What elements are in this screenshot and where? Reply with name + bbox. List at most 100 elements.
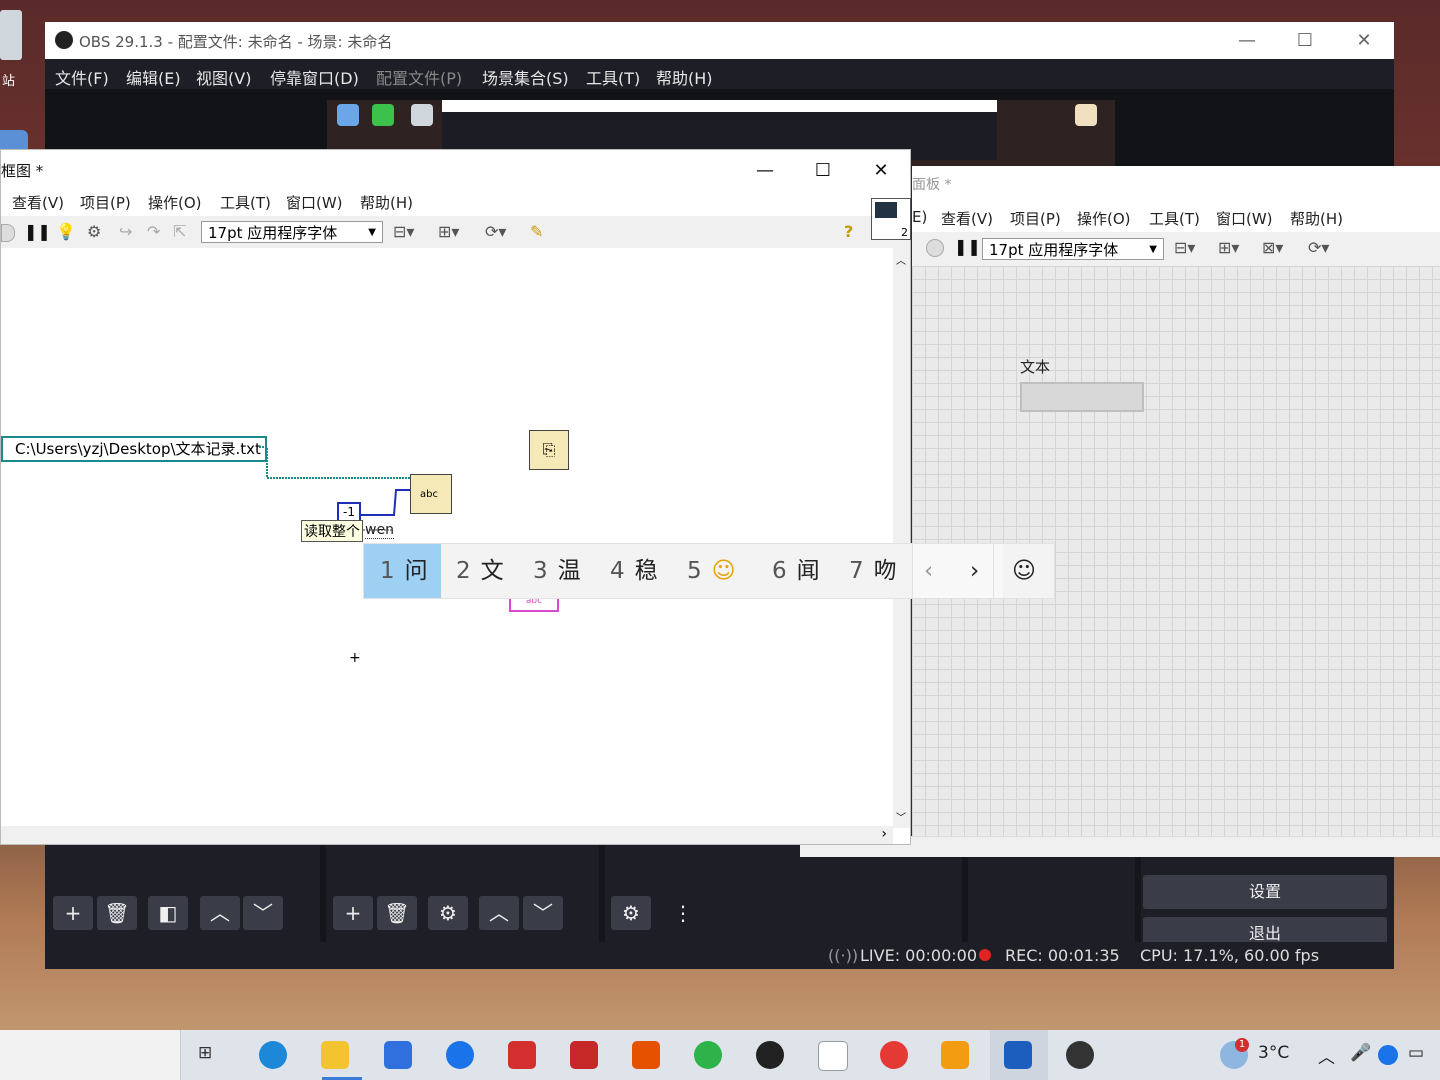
chrome-icon[interactable] (880, 1041, 908, 1069)
source-settings-button[interactable]: ⚙ (428, 896, 468, 930)
player-icon[interactable] (941, 1041, 969, 1069)
emoji-icon[interactable]: ☺ (993, 544, 1055, 598)
candidate-text: 温 (557, 558, 581, 584)
front-panel-title: 面板 * (912, 177, 952, 193)
close-icon[interactable]: ✕ (1335, 22, 1393, 59)
preview-computer-icon (337, 104, 359, 126)
add-scene-button[interactable]: + (53, 896, 93, 930)
fp-menu-window[interactable]: 窗口(W) (1216, 208, 1273, 229)
taskbar: ⊞ 1 3°C ︿ 🎤 ▭ (0, 1030, 1440, 1080)
close-file-node[interactable]: ⎘ (529, 430, 569, 470)
candidate-num: 1 (380, 558, 395, 584)
next-page-icon[interactable]: › (970, 544, 979, 598)
recycle-bin-icon[interactable] (0, 10, 22, 60)
bd-vertical-scrollbar[interactable]: ︿ ﹀ (893, 248, 910, 828)
obs-docks: + 🗑 ◧ ︿ ﹀ + 🗑 ⚙ ︿ ﹀ ⚙ ⋮ 设置 退出 (45, 842, 1394, 951)
wechat-icon[interactable] (694, 1041, 722, 1069)
ms-store-icon[interactable] (384, 1041, 412, 1069)
candidate-1[interactable]: 1问 (364, 544, 441, 598)
numeric-constant[interactable]: -1 (337, 502, 361, 522)
string-control[interactable] (1020, 382, 1144, 412)
candidate-num: 6 (772, 558, 787, 584)
audio-settings-button[interactable]: ⚙ (611, 896, 651, 930)
prev-page-icon[interactable]: ‹ (924, 544, 933, 598)
candidate-num: 4 (610, 558, 625, 584)
fp-menu-operate[interactable]: 操作(O) (1077, 208, 1131, 229)
candidate-2[interactable]: 2文 (456, 544, 504, 598)
align-icon[interactable]: ⊟▾ (1174, 238, 1195, 257)
preview-recycle-icon (411, 104, 433, 126)
cpu-status: CPU: 17.1%, 60.00 fps (1140, 946, 1320, 965)
scene-down-button[interactable]: ﹀ (243, 896, 283, 930)
qq-icon[interactable] (756, 1041, 784, 1069)
obs-title-bar[interactable]: OBS 29.1.3 - 配置文件: 未命名 - 场景: 未命名 — ☐ ✕ (45, 22, 1394, 59)
candidate-5[interactable]: 5 ☺ (687, 544, 736, 598)
candidate-num: 7 (849, 558, 864, 584)
wires (259, 446, 411, 531)
remove-source-button[interactable]: 🗑 (377, 896, 417, 930)
scene-up-button[interactable]: ︿ (200, 896, 240, 930)
reorder-icon[interactable]: ⟳▾ (1308, 238, 1329, 257)
obs-taskbar-icon[interactable] (1066, 1041, 1094, 1069)
candidate-3[interactable]: 3温 (533, 544, 581, 598)
edge-icon[interactable] (259, 1041, 287, 1069)
fp-menu-project[interactable]: 项目(P) (1010, 208, 1061, 229)
kugou-icon[interactable] (446, 1041, 474, 1069)
file-icon: abc (420, 489, 438, 500)
scroll-up-icon[interactable]: ︿ (896, 252, 906, 267)
remove-scene-button[interactable]: 🗑 (97, 896, 137, 930)
obs-menu-bar: 文件(F) 编辑(E) 视图(V) 停靠窗口(D) 配置文件(P) 场景集合(S… (45, 59, 1394, 89)
scroll-down-icon[interactable]: ﹀ (896, 809, 906, 824)
audio-menu-button[interactable]: ⋮ (663, 896, 703, 930)
matlab-icon[interactable] (632, 1041, 660, 1069)
live-status: LIVE: 00:00:00 (860, 946, 978, 965)
typora-icon[interactable] (818, 1041, 848, 1071)
autocad-icon[interactable] (508, 1041, 536, 1069)
candidate-text: 吻 (873, 558, 897, 584)
fp-menu-view[interactable]: 查看(V) (941, 208, 993, 229)
add-source-button[interactable]: + (333, 896, 373, 930)
taskbar-search-box[interactable] (0, 1030, 181, 1080)
menu-tools[interactable]: 工具(T) (586, 65, 640, 89)
distribute-icon[interactable]: ⊞▾ (1218, 238, 1239, 257)
menu-docks[interactable]: 停靠窗口(D) (270, 65, 359, 89)
solidworks-icon[interactable] (570, 1041, 598, 1069)
candidate-7[interactable]: 7吻 (849, 544, 897, 598)
tray-up-arrow-icon[interactable]: ︿ (1318, 1043, 1335, 1068)
maximize-icon[interactable]: ☐ (1276, 22, 1334, 59)
fp-menu-edit[interactable]: E) (912, 208, 927, 226)
menu-edit[interactable]: 编辑(E) (126, 65, 181, 89)
pause-icon[interactable]: ❚❚ (954, 237, 981, 256)
candidate-num: 2 (456, 558, 471, 584)
battery-icon[interactable]: ▭ (1408, 1043, 1424, 1063)
microphone-icon[interactable]: 🎤 (1350, 1043, 1371, 1063)
kugou-tray-icon[interactable] (1378, 1045, 1398, 1065)
settings-button[interactable]: 设置 (1143, 875, 1387, 909)
fp-font-select[interactable]: 17pt 应用程序字体 ▼ (982, 238, 1164, 260)
candidate-text: 文 (480, 558, 504, 584)
menu-file[interactable]: 文件(F) (55, 65, 109, 89)
scroll-right-icon[interactable]: › (881, 826, 887, 842)
candidate-text: 稳 (634, 558, 658, 584)
word-icon[interactable] (1004, 1041, 1032, 1069)
source-up-button[interactable]: ︿ (479, 896, 519, 930)
fp-menu-help[interactable]: 帮助(H) (1290, 208, 1343, 229)
front-panel-window: 面板 * E) 查看(V) 项目(P) 操作(O) 工具(T) 窗口(W) 帮助… (800, 166, 1440, 857)
bd-horizontal-scrollbar[interactable]: › (1, 826, 893, 844)
abort-icon[interactable] (926, 239, 944, 257)
candidate-6[interactable]: 6闻 (772, 544, 820, 598)
source-down-button[interactable]: ﹀ (523, 896, 563, 930)
menu-view[interactable]: 视图(V) (196, 65, 251, 89)
scene-filter-button[interactable]: ◧ (148, 896, 188, 930)
menu-profile[interactable]: 配置文件(P) (376, 65, 462, 89)
resize-icon[interactable]: ⊠▾ (1262, 238, 1283, 257)
minimize-icon[interactable]: — (1218, 22, 1276, 59)
candidate-4[interactable]: 4稳 (610, 544, 658, 598)
fp-menu-tools[interactable]: 工具(T) (1149, 208, 1200, 229)
menu-help[interactable]: 帮助(H) (656, 65, 713, 89)
task-view-icon[interactable]: ⊞ (198, 1043, 212, 1063)
read-text-file-node[interactable]: abc (410, 474, 452, 514)
front-panel-toolbar: ❚❚ 17pt 应用程序字体 ▼ ⊟▾ ⊞▾ ⊠▾ ⟳▾ (912, 232, 1440, 266)
menu-scene-collection[interactable]: 场景集合(S) (482, 65, 569, 89)
file-explorer-icon[interactable] (321, 1041, 349, 1069)
